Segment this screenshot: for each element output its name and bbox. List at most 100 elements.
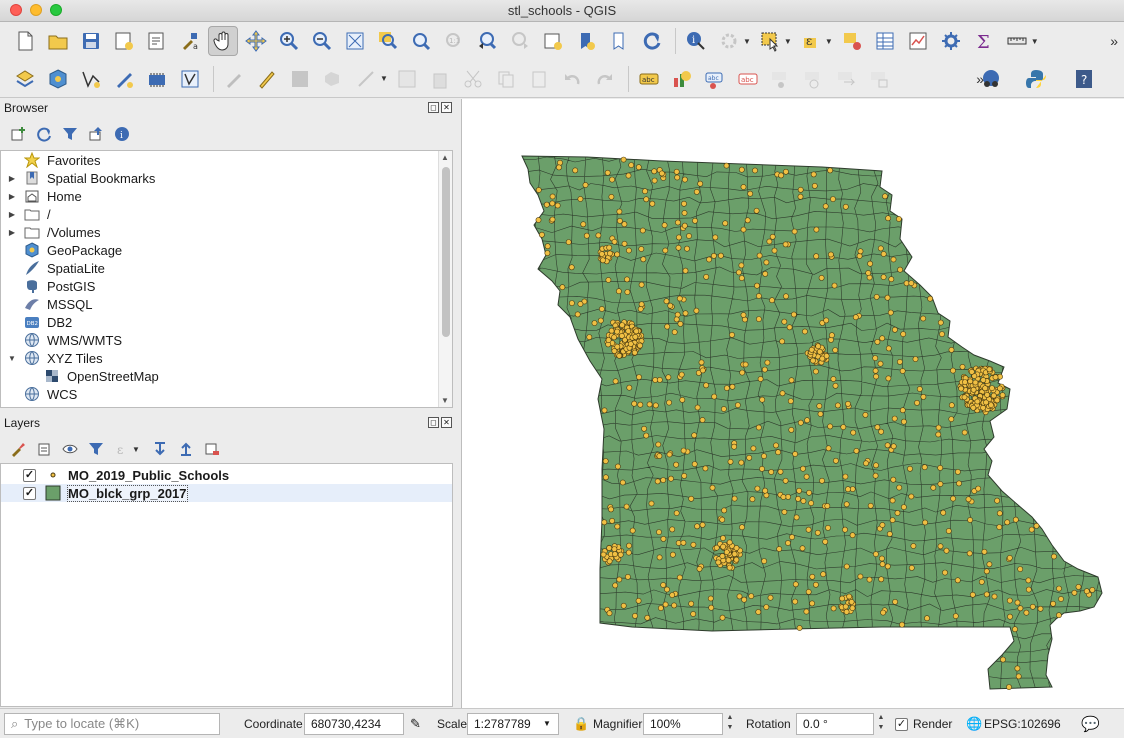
school-point[interactable] bbox=[756, 252, 763, 259]
zoom-last-icon[interactable] bbox=[472, 26, 502, 56]
school-point[interactable] bbox=[598, 251, 605, 257]
school-point[interactable] bbox=[638, 281, 645, 288]
school-point[interactable] bbox=[742, 361, 749, 368]
school-point[interactable] bbox=[639, 227, 646, 234]
school-point[interactable] bbox=[983, 568, 990, 575]
school-point[interactable] bbox=[710, 252, 717, 259]
school-point[interactable] bbox=[795, 495, 801, 502]
school-point[interactable] bbox=[811, 183, 818, 189]
school-point[interactable] bbox=[604, 169, 611, 176]
school-point[interactable] bbox=[636, 374, 642, 380]
school-point[interactable] bbox=[655, 441, 662, 448]
school-point[interactable] bbox=[1004, 519, 1011, 526]
school-point[interactable] bbox=[638, 246, 645, 252]
school-point[interactable] bbox=[920, 315, 927, 322]
school-point[interactable] bbox=[793, 514, 800, 521]
school-point[interactable] bbox=[673, 316, 680, 323]
school-point[interactable] bbox=[649, 200, 656, 207]
school-point[interactable] bbox=[863, 460, 869, 467]
school-point[interactable] bbox=[783, 293, 789, 300]
school-point[interactable] bbox=[877, 245, 884, 252]
school-point[interactable] bbox=[834, 402, 841, 409]
school-point[interactable] bbox=[565, 239, 572, 245]
crs-button[interactable]: EPSG:102696 bbox=[984, 717, 1061, 731]
school-point[interactable] bbox=[778, 172, 784, 179]
dropdown-arrow-icon[interactable]: ▼ bbox=[825, 37, 833, 46]
school-point[interactable] bbox=[602, 458, 609, 464]
school-point[interactable] bbox=[781, 318, 788, 325]
school-point[interactable] bbox=[739, 369, 746, 376]
school-point[interactable] bbox=[968, 368, 975, 375]
browser-item-mssql[interactable]: MSSQL bbox=[1, 295, 452, 313]
school-point[interactable] bbox=[806, 489, 812, 496]
school-point[interactable] bbox=[608, 506, 614, 513]
school-point[interactable] bbox=[693, 307, 700, 314]
school-point[interactable] bbox=[991, 593, 998, 600]
school-point[interactable] bbox=[632, 333, 639, 340]
school-point[interactable] bbox=[994, 497, 1000, 504]
school-point[interactable] bbox=[1014, 599, 1021, 606]
school-point[interactable] bbox=[680, 447, 687, 454]
coordinate-field[interactable]: 680730,4234 bbox=[304, 713, 404, 735]
school-point[interactable] bbox=[626, 384, 633, 391]
school-point[interactable] bbox=[609, 176, 615, 183]
school-point[interactable] bbox=[764, 359, 771, 366]
school-point[interactable] bbox=[759, 396, 766, 403]
zoom-to-selection-icon[interactable] bbox=[373, 26, 403, 56]
school-point[interactable] bbox=[674, 219, 681, 226]
school-point[interactable] bbox=[986, 561, 993, 568]
school-point[interactable] bbox=[891, 415, 898, 422]
school-point[interactable] bbox=[990, 392, 997, 399]
school-point[interactable] bbox=[712, 234, 719, 241]
browser-item-postgis[interactable]: PostGIS bbox=[1, 277, 452, 295]
school-point[interactable] bbox=[832, 457, 839, 464]
school-point[interactable] bbox=[916, 386, 923, 392]
school-point[interactable] bbox=[677, 320, 684, 327]
school-point[interactable] bbox=[755, 424, 762, 431]
school-point[interactable] bbox=[845, 400, 851, 407]
school-point[interactable] bbox=[740, 312, 747, 318]
school-point[interactable] bbox=[813, 253, 820, 260]
school-point[interactable] bbox=[782, 168, 789, 175]
school-point[interactable] bbox=[616, 208, 623, 215]
select-by-expression-icon[interactable]: ε bbox=[796, 26, 826, 56]
school-point[interactable] bbox=[688, 600, 695, 607]
school-point[interactable] bbox=[625, 172, 632, 179]
school-point[interactable] bbox=[633, 328, 640, 335]
school-point[interactable] bbox=[797, 186, 804, 193]
school-point[interactable] bbox=[828, 336, 834, 343]
data-source-manager-icon[interactable] bbox=[10, 64, 40, 94]
school-point[interactable] bbox=[791, 228, 798, 235]
school-point[interactable] bbox=[970, 386, 977, 393]
school-point[interactable] bbox=[872, 551, 879, 557]
school-point[interactable] bbox=[738, 166, 745, 173]
school-point[interactable] bbox=[899, 621, 905, 628]
browser-item-favorites[interactable]: Favorites bbox=[1, 151, 452, 169]
add-group-icon[interactable] bbox=[34, 439, 54, 459]
school-point[interactable] bbox=[656, 554, 663, 561]
school-point[interactable] bbox=[825, 524, 831, 531]
lock-scale-icon[interactable]: 🔒 bbox=[573, 716, 589, 732]
school-point[interactable] bbox=[582, 182, 589, 188]
school-point[interactable] bbox=[621, 240, 628, 247]
toolbar-overflow-icon[interactable]: » bbox=[1110, 33, 1118, 49]
school-point[interactable] bbox=[755, 316, 762, 322]
school-point[interactable] bbox=[749, 496, 756, 503]
school-point[interactable] bbox=[726, 564, 733, 571]
school-point[interactable] bbox=[612, 378, 619, 385]
school-point[interactable] bbox=[624, 289, 631, 295]
school-point[interactable] bbox=[1015, 673, 1022, 680]
school-point[interactable] bbox=[577, 301, 584, 307]
school-point[interactable] bbox=[890, 443, 897, 450]
school-point[interactable] bbox=[709, 484, 716, 491]
zoom-out-icon[interactable] bbox=[307, 26, 337, 56]
help-icon[interactable]: ? bbox=[1069, 64, 1099, 94]
school-point[interactable] bbox=[948, 416, 955, 422]
school-point[interactable] bbox=[797, 193, 804, 200]
school-point[interactable] bbox=[852, 314, 859, 321]
zoom-next-icon[interactable] bbox=[505, 26, 535, 56]
school-point[interactable] bbox=[813, 226, 820, 233]
school-point[interactable] bbox=[890, 476, 897, 483]
school-point[interactable] bbox=[779, 390, 786, 397]
school-point[interactable] bbox=[602, 474, 609, 481]
